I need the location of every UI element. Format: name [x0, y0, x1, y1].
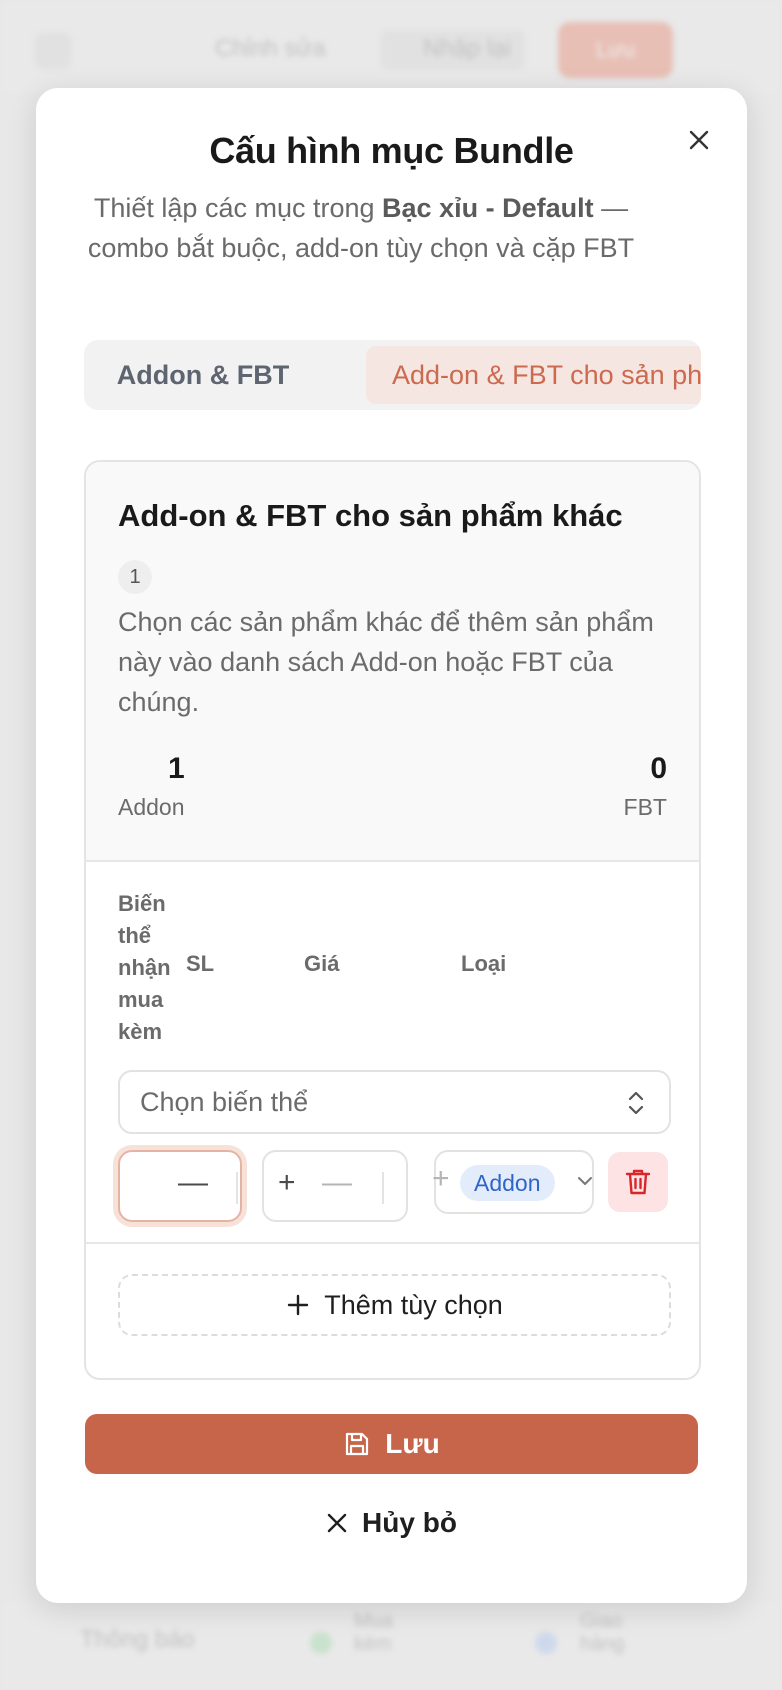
addon-count-label: Addon — [118, 794, 185, 820]
stepper-divider — [382, 1172, 384, 1204]
add-option-label: Thêm tùy chọn — [324, 1289, 503, 1320]
description-bundle-name: Bạc xỉu - Default — [382, 193, 594, 223]
modal-title: Cấu hình mục Bundle — [209, 130, 574, 171]
tab-addon-fbt-other-products[interactable]: Add-on & FBT cho sản phẩm khác — [366, 346, 701, 404]
chevron-down-icon — [578, 1177, 592, 1185]
column-header-type: Loại — [461, 951, 507, 976]
cancel-button[interactable]: Hủy bỏ — [36, 1498, 747, 1548]
save-label: Lưu — [385, 1428, 440, 1459]
price-stepper[interactable]: + — — [262, 1150, 408, 1222]
fbt-count-label: FBT — [623, 794, 667, 820]
close-icon — [327, 1513, 347, 1533]
type-pill-addon: Addon — [460, 1165, 555, 1201]
column-header-variant: Biến thể nhận mua kèm — [118, 891, 171, 1044]
other-products-card: Add-on & FBT cho sản phẩm khác 1 Chọn cá… — [84, 460, 701, 1380]
modal-description: Thiết lập các mục trong Bạc xỉu - Defaul… — [86, 188, 636, 268]
chevron-up-down-icon — [628, 1091, 644, 1115]
variant-select[interactable]: Chọn biến thể — [118, 1070, 671, 1134]
cancel-label: Hủy bỏ — [362, 1507, 457, 1538]
stepper-divider — [236, 1172, 238, 1204]
trash-icon — [625, 1169, 651, 1195]
delete-row-button[interactable] — [608, 1152, 668, 1212]
fbt-count: 0 — [650, 752, 667, 785]
tab-addon-fbt[interactable]: Addon & FBT — [88, 346, 318, 404]
plus-icon[interactable]: + — [278, 1166, 296, 1200]
column-header-price: Giá — [304, 951, 340, 976]
count-badge: 1 — [118, 560, 152, 594]
tab-list: Addon & FBT Add-on & FBT cho sản phẩm kh… — [84, 340, 701, 410]
save-icon — [346, 1432, 369, 1456]
variant-select-placeholder: Chọn biến thể — [140, 1086, 309, 1117]
minus-icon[interactable]: — — [178, 1166, 208, 1200]
bundle-config-modal: Cấu hình mục Bundle Thiết lập các mục tr… — [36, 88, 747, 1603]
card-description: Chọn các sản phẩm khác để thêm sản phẩm … — [118, 607, 654, 717]
card-header: Add-on & FBT cho sản phẩm khác 1 Chọn cá… — [86, 462, 699, 862]
minus-icon[interactable]: — — [322, 1166, 352, 1200]
quantity-stepper[interactable]: — — [118, 1150, 242, 1222]
add-option-button[interactable]: Thêm tùy chọn — [118, 1274, 671, 1336]
type-select[interactable]: + Addon — [432, 1150, 594, 1214]
save-button[interactable]: Lưu — [85, 1414, 698, 1474]
description-prefix: Thiết lập các mục trong — [93, 193, 383, 223]
plus-icon: + — [432, 1162, 450, 1195]
row-divider — [86, 1242, 699, 1244]
card-title: Add-on & FBT cho sản phẩm khác — [118, 498, 623, 533]
addon-count: 1 — [168, 752, 185, 785]
plus-icon — [288, 1294, 309, 1316]
column-header-qty: SL — [186, 951, 215, 976]
